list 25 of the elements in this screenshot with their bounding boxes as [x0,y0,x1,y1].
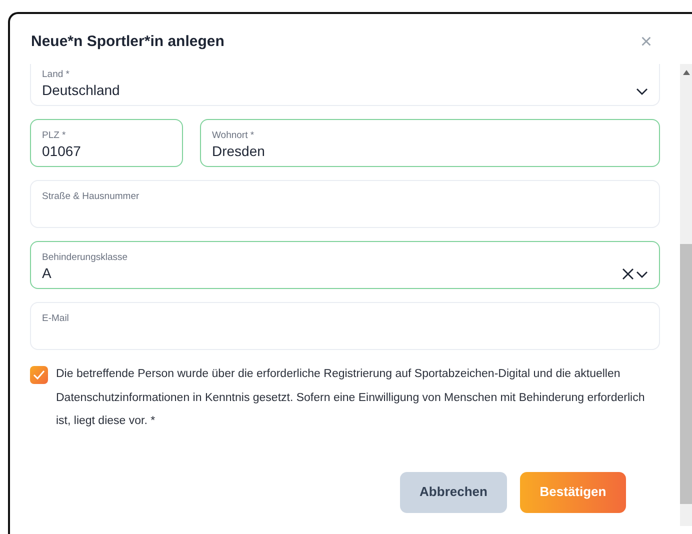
scrollbar[interactable] [680,64,692,526]
consent-text: Die betreffende Person wurde über die erforderliche Registrierung auf Sportabzeichen-Digital und die aktuellen Datenschutzinformationen in Kenntnis gesetzt. Sofern eine Einwilligung von Menschen mit Behinderung erforderlich ist, liegt diese vor. * [56,367,646,430]
field-value: A [42,264,52,283]
select-field[interactable]: Behinderungsklasse A [30,241,660,289]
scrollbar-thumb[interactable] [680,244,692,504]
field-value: 01067 [42,142,81,161]
checkmark-icon [33,370,45,380]
field-label: Wohnort * [212,130,254,141]
input-field[interactable]: PLZ * 01067 [30,119,183,167]
cancel-button[interactable]: Abbrechen [400,472,507,513]
dialog-title: Neue*n Sportler*in anlegen [31,33,224,51]
field-label: Behinderungsklasse [42,252,128,263]
field-label: Straße & Hausnummer [42,190,140,202]
input-field[interactable]: Straße & Hausnummer [30,180,660,228]
field-label: Land * [42,68,70,80]
field-value: Dresden [212,142,265,161]
input-field[interactable]: Wohnort * Dresden [200,119,660,167]
select-field[interactable]: Land * Deutschland [30,64,660,106]
field-label: PLZ * [42,130,66,141]
field-label: E-Mail [42,312,69,324]
clear-icon[interactable] [622,268,634,280]
input-field[interactable]: E-Mail [30,302,660,350]
scroll-up-icon[interactable] [682,70,690,75]
field-value: Deutschland [42,81,120,100]
checkbox[interactable] [30,366,48,384]
